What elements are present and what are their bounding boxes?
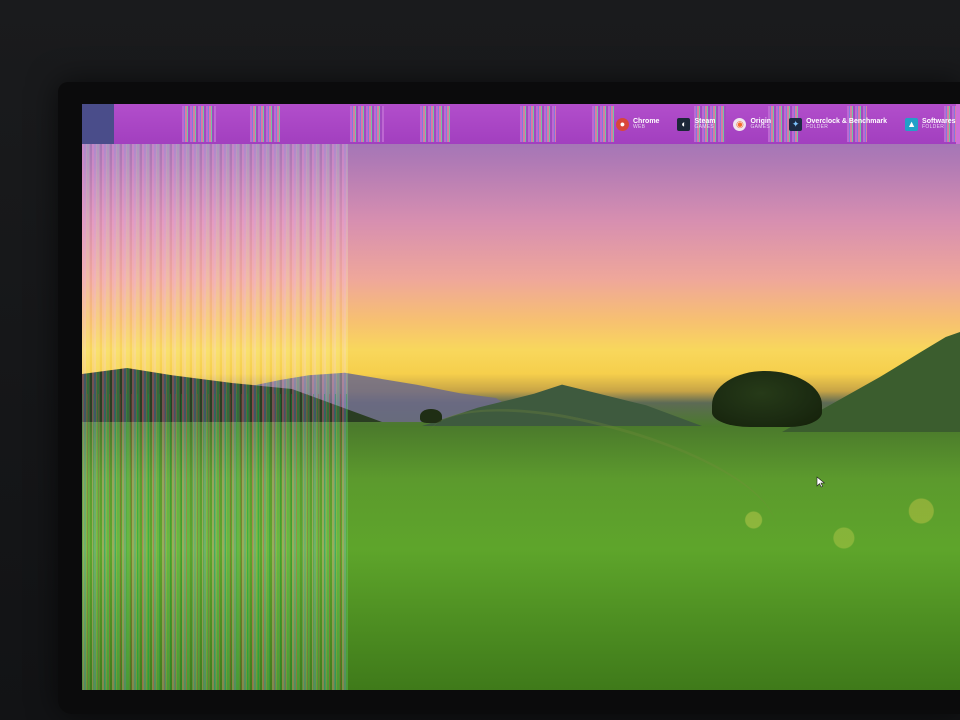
tile-overclock-benchmark[interactable]: ✦ Overclock & Benchmark FOLDER: [785, 110, 891, 138]
tile-chrome[interactable]: ● Chrome WEB: [612, 110, 663, 138]
taskbar-start-area[interactable]: [82, 104, 114, 144]
tile-softwares[interactable]: ▲ Softwares FOLDER: [901, 110, 959, 138]
softwares-icon: ▲: [905, 117, 919, 131]
glitch-block: [250, 106, 280, 142]
tree: [712, 371, 822, 427]
taskbar: ● Chrome WEB ◐ Steam GAMES ◉ Origin GAME…: [82, 104, 960, 144]
glitch-block: [420, 106, 450, 142]
tile-origin[interactable]: ◉ Origin GAMES: [729, 110, 775, 138]
overclock-icon: ✦: [789, 117, 803, 131]
glitch-block: [350, 106, 384, 142]
desktop-screen[interactable]: ● Chrome WEB ◐ Steam GAMES ◉ Origin GAME…: [82, 104, 960, 690]
tile-category: FOLDER: [922, 124, 945, 131]
steam-icon: ◐: [677, 117, 691, 131]
tile-category: GAMES: [694, 124, 715, 131]
tile-category: FOLDER: [806, 124, 829, 131]
tile-steam[interactable]: ◐ Steam GAMES: [673, 110, 719, 138]
glitch-block: [520, 106, 556, 142]
wildflowers: [702, 484, 960, 574]
taskbar-edge: [956, 104, 960, 144]
mouse-pointer-icon: [816, 476, 826, 488]
chrome-icon: ●: [616, 117, 629, 131]
glitch-block: [182, 106, 216, 142]
tile-category: WEB: [633, 124, 646, 131]
display-glitch-lines-lower: [82, 394, 348, 690]
pinned-tiles: ● Chrome WEB ◐ Steam GAMES ◉ Origin GAME…: [612, 108, 960, 140]
origin-icon: ◉: [733, 117, 747, 131]
glitch-block: [592, 106, 614, 142]
tile-category: GAMES: [750, 124, 771, 131]
